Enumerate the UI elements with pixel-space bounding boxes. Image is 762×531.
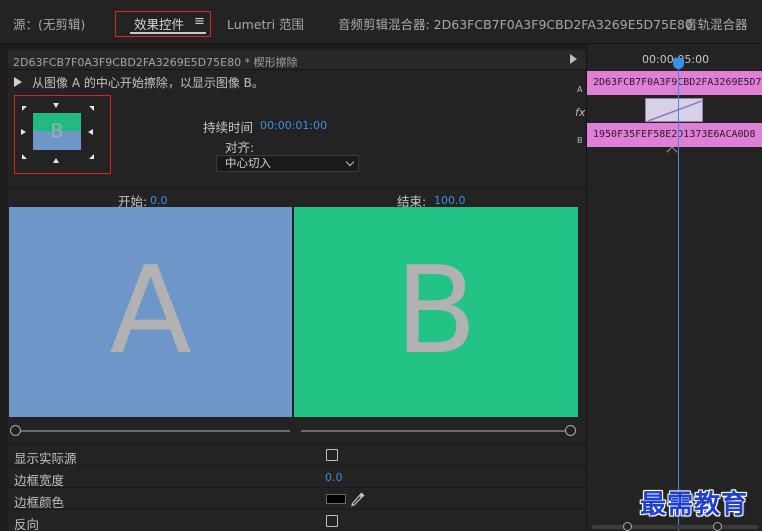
- prop-reverse: 反向: [8, 509, 586, 531]
- preview-letter-a: A: [109, 242, 192, 381]
- reverse-checkbox[interactable]: [326, 515, 338, 527]
- watermark-logo: 最需教育: [640, 490, 749, 520]
- effect-controls-panel: 2D63FCB7F0A3F9CBD2FA3269E5D75E80 * 楔形擦除 …: [8, 50, 586, 531]
- effect-header-title: 2D63FCB7F0A3F9CBD2FA3269E5D75E80 * 楔形擦除: [13, 56, 298, 69]
- wipe-thumbnail[interactable]: B: [14, 95, 111, 174]
- direction-arrow-top-icon[interactable]: [53, 103, 59, 108]
- active-tab-underline: [130, 32, 206, 34]
- tab-effect-controls[interactable]: 效果控件: [134, 14, 184, 33]
- tab-audio-clip-mixer[interactable]: 音频剪辑混合器: 2D63FCB7F0A3F9CBD2FA3269E5D75E8…: [338, 14, 693, 33]
- end-slider-handle[interactable]: [565, 425, 576, 436]
- show-actual-sources-checkbox[interactable]: [326, 449, 338, 461]
- transition-preview: 开始: 0.0 结束: 100.0 A B: [8, 187, 586, 417]
- tab-audio-track-mixer[interactable]: 音轨混合器: [685, 14, 748, 33]
- direction-arrow-bottom-left-icon[interactable]: [22, 154, 27, 159]
- preview-letter-b: B: [394, 242, 478, 381]
- playhead-line: [678, 62, 679, 531]
- chevron-up-icon: [666, 146, 678, 158]
- play-icon[interactable]: [14, 77, 22, 87]
- transition-clip[interactable]: [645, 98, 703, 122]
- start-slider-track[interactable]: [20, 430, 290, 432]
- thumbnail-preview: B: [33, 113, 81, 150]
- direction-arrow-top-left-icon[interactable]: [22, 106, 27, 111]
- thumbnail-letter: B: [50, 120, 64, 142]
- eyedropper-icon[interactable]: [349, 490, 367, 508]
- preview-image-b: B: [294, 207, 578, 417]
- prop-border-color: 边框颜色: [8, 487, 586, 510]
- effect-timeline: 00:00:05:00 2D63FCB7F0A3F9CBD2FA3269E5D7…: [586, 44, 762, 531]
- prop-border-width: 边框宽度 0.0: [8, 465, 586, 488]
- border-color-swatch[interactable]: [326, 494, 346, 504]
- align-dropdown[interactable]: 中心切入: [216, 155, 359, 172]
- tab-lumetri-scopes[interactable]: Lumetri 范围: [227, 14, 304, 33]
- direction-arrow-right-icon[interactable]: [88, 129, 93, 135]
- duration-value[interactable]: 00:00:01:00: [260, 119, 327, 132]
- play-icon[interactable]: [570, 54, 577, 64]
- border-width-value[interactable]: 0.0: [325, 471, 343, 484]
- effect-header: 2D63FCB7F0A3F9CBD2FA3269E5D75E80 * 楔形擦除: [8, 50, 586, 70]
- playhead-icon[interactable]: [673, 58, 684, 69]
- track-a-label: A: [577, 85, 583, 94]
- direction-arrow-bottom-icon[interactable]: [53, 158, 59, 163]
- effect-description-row: 从图像 A 的中心开始擦除，以显示图像 B。: [14, 74, 264, 91]
- end-value[interactable]: 100.0: [434, 194, 466, 207]
- timeline-zoom-scrollbar[interactable]: [587, 522, 762, 531]
- prop-show-actual-sources: 显示实际源: [8, 443, 586, 466]
- preview-image-a: A: [9, 207, 292, 417]
- chevron-down-icon: [345, 157, 355, 167]
- direction-arrow-left-icon[interactable]: [21, 129, 26, 135]
- track-b-label: B: [577, 136, 583, 145]
- reverse-label: 反向: [14, 517, 40, 531]
- panel-tab-bar: 源：(无剪辑) 效果控件 ≡ Lumetri 范围 音频剪辑混合器: 2D63F…: [0, 0, 762, 44]
- tab-source[interactable]: 源：(无剪辑): [13, 14, 85, 33]
- effect-description: 从图像 A 的中心开始擦除，以显示图像 B。: [32, 76, 264, 90]
- scrollbar-track[interactable]: [592, 525, 758, 529]
- direction-arrow-top-right-icon[interactable]: [89, 106, 94, 111]
- direction-arrow-bottom-right-icon[interactable]: [89, 154, 94, 159]
- duration-label: 持续时间: [203, 120, 254, 135]
- menu-icon[interactable]: ≡: [194, 14, 205, 29]
- end-slider-track[interactable]: [301, 430, 569, 432]
- align-label: 对齐:: [225, 140, 255, 155]
- transition-diagonal: [647, 100, 702, 121]
- align-dropdown-value: 中心切入: [225, 156, 271, 170]
- start-slider-handle[interactable]: [10, 425, 21, 436]
- clip-b[interactable]: 1950F35FEF58E2D1373E6ACA0D8: [587, 123, 762, 147]
- clip-a[interactable]: 2D63FCB7F0A3F9CBD2FA3269E5D75E80: [587, 71, 762, 95]
- scrollbar-handle-right[interactable]: [713, 522, 722, 531]
- start-end-sliders: [8, 422, 586, 440]
- scrollbar-handle-left[interactable]: [623, 522, 632, 531]
- fx-icon[interactable]: fx: [575, 106, 585, 119]
- start-value[interactable]: 0.0: [150, 194, 168, 207]
